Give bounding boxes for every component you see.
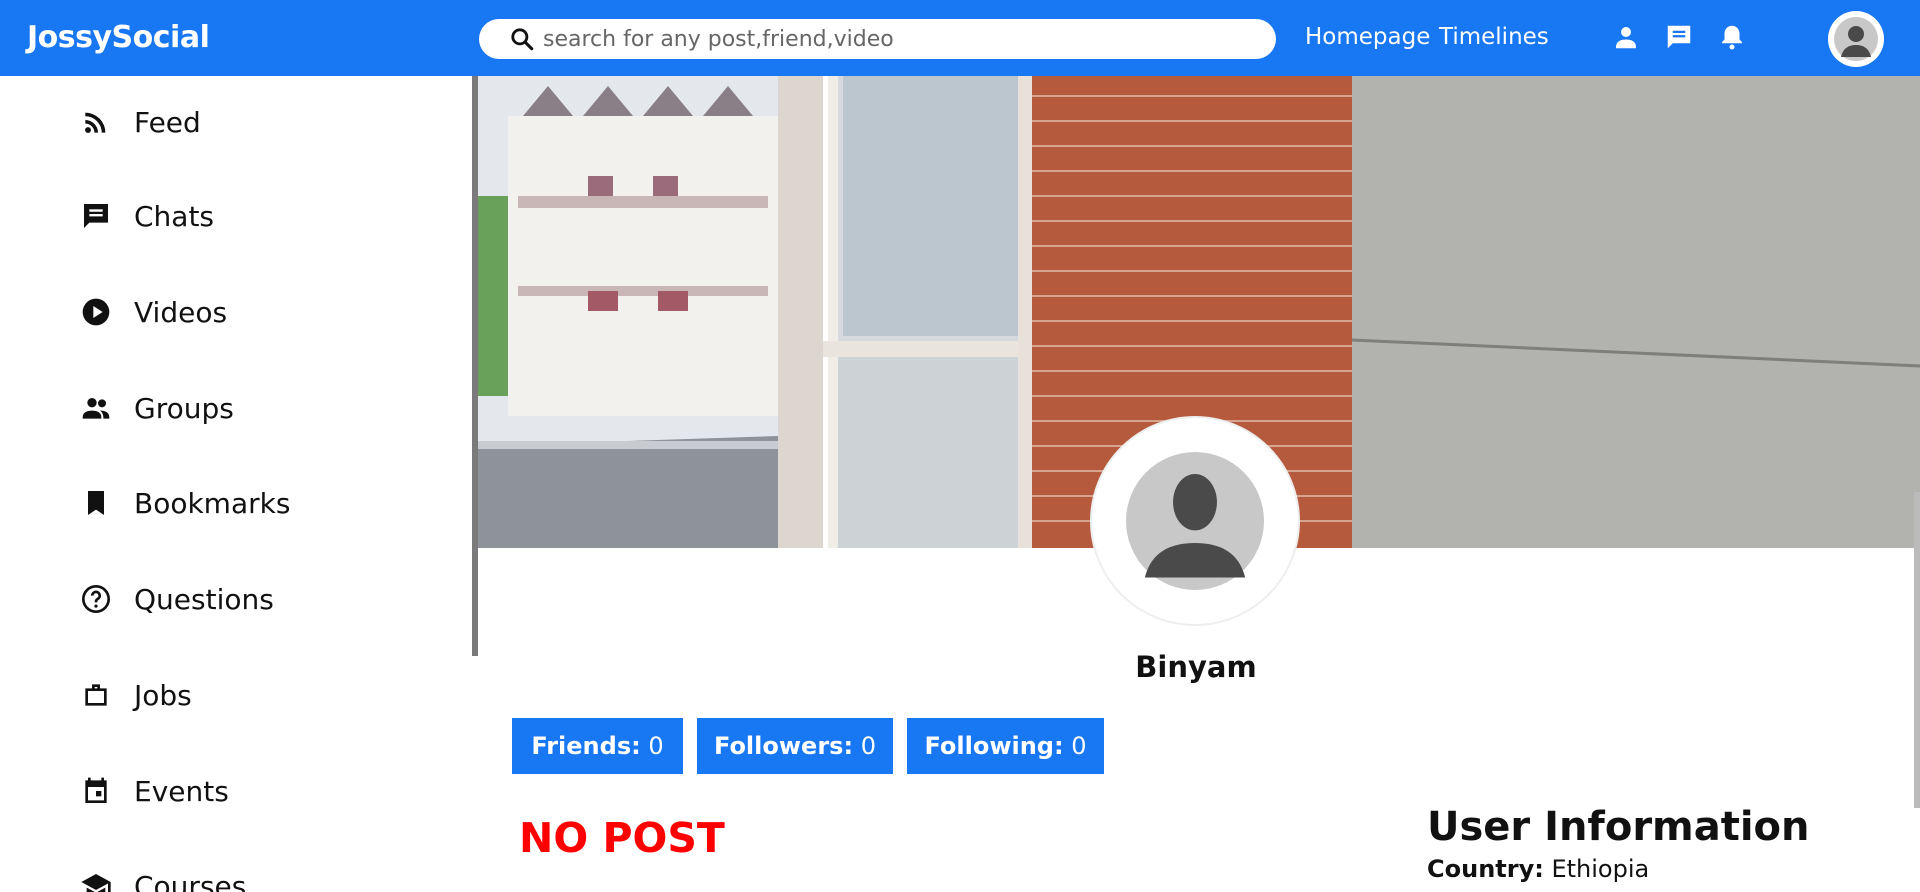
sidebar-item-label: Questions — [134, 582, 274, 616]
chat-icon[interactable] — [1664, 22, 1694, 52]
sidebar-item-feed[interactable]: Feed — [80, 102, 201, 142]
sidebar-item-videos[interactable]: Videos — [80, 292, 227, 332]
default-avatar-icon — [1834, 17, 1878, 61]
person-icon[interactable] — [1611, 22, 1641, 52]
sidebar-item-chats[interactable]: Chats — [80, 196, 214, 236]
country-value: Ethiopia — [1551, 855, 1650, 883]
stat-label: Friends: — [531, 732, 641, 760]
search-input[interactable] — [543, 26, 1243, 52]
sidebar-item-label: Courses — [134, 869, 247, 892]
nav-link-timelines[interactable]: Timelines — [1439, 24, 1549, 50]
stat-label: Followers: — [714, 732, 854, 760]
briefcase-icon — [85, 684, 107, 706]
search-bar[interactable] — [479, 19, 1276, 59]
chat-icon — [84, 204, 108, 228]
sidebar-item-label: Groups — [134, 391, 234, 425]
country-label: Country: — [1427, 855, 1544, 883]
profile-username: Binyam — [1135, 650, 1257, 684]
sidebar-item-courses[interactable]: Courses — [80, 866, 246, 892]
profile-main: Binyam Friends: 0 Followers: 0 Following… — [478, 76, 1920, 892]
help-circle-icon — [82, 585, 110, 613]
nav-link-homepage[interactable]: Homepage — [1305, 24, 1430, 50]
calendar-event-icon — [85, 777, 107, 803]
rss-feed-icon — [85, 112, 106, 133]
user-info-title: User Information — [1427, 804, 1810, 850]
stat-value: 0 — [1071, 732, 1087, 760]
bookmark-icon — [88, 491, 104, 515]
sidebar-item-label: Jobs — [134, 678, 192, 712]
notifications-bell-icon[interactable] — [1717, 22, 1747, 52]
sidebar-item-label: Bookmarks — [134, 486, 291, 520]
sidebar-item-bookmarks[interactable]: Bookmarks — [80, 483, 290, 523]
sidebar-item-label: Chats — [134, 199, 215, 233]
following-count-button[interactable]: Following: 0 — [907, 718, 1104, 774]
sidebar-item-label: Events — [134, 774, 229, 808]
empty-posts-message: NO POST — [519, 814, 725, 862]
sidebar-item-label: Videos — [134, 295, 228, 329]
stat-value: 0 — [648, 732, 664, 760]
app-logo[interactable]: JossySocial — [27, 20, 210, 55]
user-info-country: Country: Ethiopia — [1427, 855, 1649, 883]
sidebar-item-jobs[interactable]: Jobs — [80, 675, 192, 715]
sidebar-item-groups[interactable]: Groups — [80, 388, 234, 428]
stat-label: Following: — [924, 732, 1064, 760]
sidebar-item-events[interactable]: Events — [80, 771, 229, 811]
page-scrollbar[interactable] — [1914, 492, 1920, 808]
default-avatar-icon — [1126, 452, 1264, 590]
user-avatar[interactable] — [1828, 11, 1884, 67]
sidebar-item-questions[interactable]: Questions — [80, 579, 274, 619]
friends-count-button[interactable]: Friends: 0 — [512, 718, 683, 774]
sidebar-item-label: Feed — [134, 105, 201, 139]
search-icon — [511, 28, 534, 51]
left-sidebar: Feed Chats Videos Groups Bookmarks Quest… — [0, 76, 472, 892]
stat-value: 0 — [860, 732, 876, 760]
school-icon — [81, 874, 111, 892]
top-navbar: JossySocial Homepage Timelines — [0, 0, 1920, 76]
profile-avatar[interactable] — [1090, 416, 1300, 626]
group-icon — [82, 398, 110, 419]
play-circle-icon — [82, 298, 110, 326]
followers-count-button[interactable]: Followers: 0 — [697, 718, 893, 774]
